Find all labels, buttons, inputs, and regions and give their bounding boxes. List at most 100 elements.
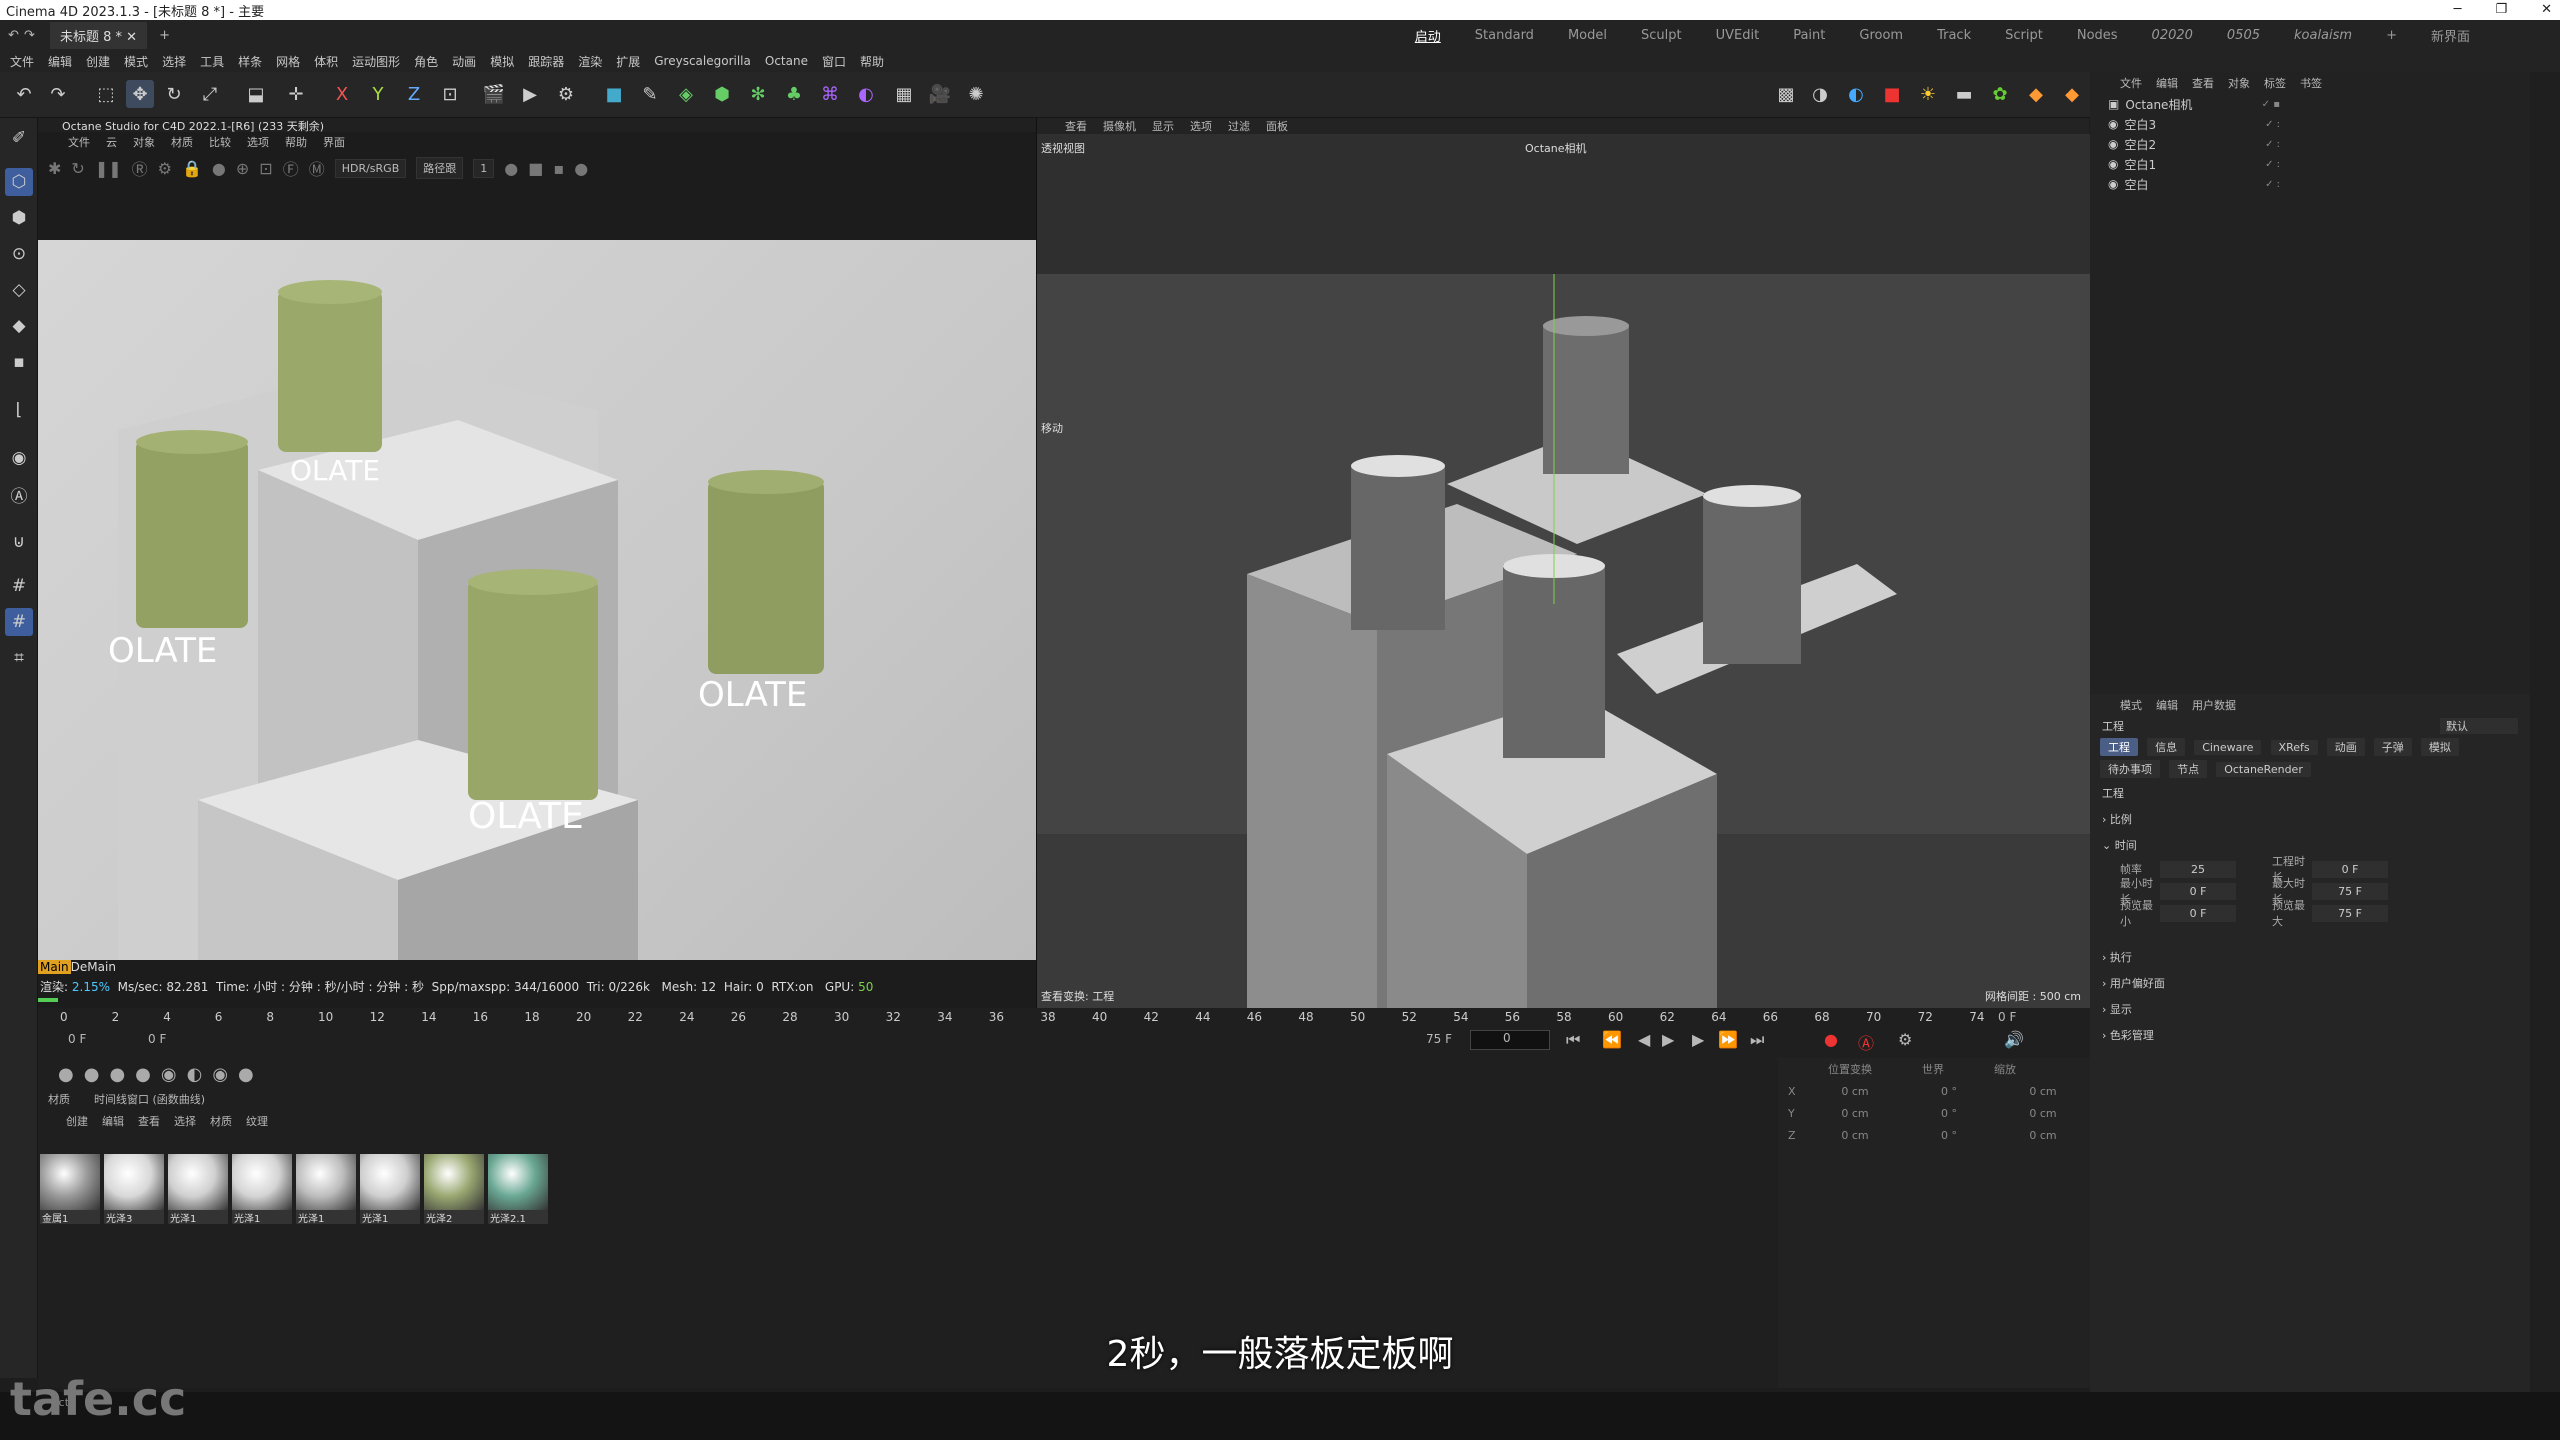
- material-ball-icon[interactable]: ●: [84, 1064, 100, 1085]
- coord-mode[interactable]: 位置变换: [1828, 1061, 1872, 1077]
- coord-scale-mode[interactable]: 缩放: [1994, 1061, 2016, 1077]
- octane-tool-icon[interactable]: ◆: [2022, 80, 2050, 108]
- go-end-icon[interactable]: ⏭: [1750, 1030, 1764, 1050]
- mat-menu-item[interactable]: 创建: [66, 1113, 88, 1129]
- mat-menu-item[interactable]: 材质: [210, 1113, 232, 1129]
- object-flags[interactable]: ✓ ▪: [2262, 99, 2280, 110]
- solo-icon[interactable]: ◉: [5, 444, 33, 472]
- material-swatch[interactable]: 光泽1: [296, 1154, 356, 1228]
- model-mode-icon[interactable]: ⬡: [5, 168, 33, 196]
- select-tool-icon[interactable]: ⬚: [92, 80, 120, 108]
- blend-icon[interactable]: ◉: [212, 1064, 228, 1085]
- main-pass-tab[interactable]: Main: [38, 960, 71, 974]
- magnet-icon[interactable]: ⊍: [5, 528, 33, 556]
- layout-start[interactable]: 启动: [1415, 26, 1441, 45]
- clay-icon[interactable]: ■: [528, 159, 543, 178]
- add-layout-icon[interactable]: +: [2386, 28, 2397, 43]
- mat-menu-item[interactable]: 编辑: [102, 1113, 124, 1129]
- filter-icon[interactable]: Ⓕ: [283, 156, 299, 180]
- x-axis-icon[interactable]: X: [328, 80, 356, 108]
- restore-icon[interactable]: ❐: [2495, 0, 2507, 20]
- mix-icon[interactable]: ◉: [161, 1064, 177, 1085]
- menu-item[interactable]: 编辑: [48, 53, 72, 70]
- field-icon[interactable]: ◐: [852, 80, 880, 108]
- coordinate-system-icon[interactable]: ⊡: [436, 80, 464, 108]
- object-row[interactable]: ▣ Octane相机 ✓ ▪: [2090, 94, 2530, 114]
- om-menu-item[interactable]: 文件: [2120, 75, 2142, 91]
- object-row[interactable]: ◉ 空白1 ✓ :: [2090, 154, 2530, 174]
- layout-sculpt[interactable]: Sculpt: [1641, 28, 1682, 43]
- group-execution[interactable]: › 执行: [2090, 944, 2530, 970]
- size-z[interactable]: 0 cm: [1996, 1129, 2090, 1142]
- layout-uvedit[interactable]: UVEdit: [1716, 28, 1760, 43]
- rotation-h[interactable]: 0 °: [1902, 1085, 1996, 1098]
- attr-tab[interactable]: XRefs: [2270, 740, 2318, 755]
- octane-grid-icon[interactable]: ▩: [1772, 80, 1800, 108]
- record-key-icon[interactable]: ●: [1824, 1030, 1838, 1049]
- viewport-menu-item[interactable]: 选项: [1190, 118, 1212, 134]
- viewport-menu-item[interactable]: 过滤: [1228, 118, 1250, 134]
- rotation-b[interactable]: 0 °: [1902, 1129, 1996, 1142]
- viewport-menu-item[interactable]: 摄像机: [1103, 118, 1136, 134]
- preset-select[interactable]: 默认: [2440, 718, 2518, 734]
- kernel-select[interactable]: 路径跟: [416, 157, 464, 179]
- min-time-field[interactable]: 0 F: [2160, 882, 2236, 900]
- move-tool-icon[interactable]: ✥: [126, 80, 154, 108]
- axis-mode-icon[interactable]: ⌊: [5, 396, 33, 424]
- axis-tool-icon[interactable]: ✛: [282, 80, 310, 108]
- redo-icon[interactable]: ↷: [44, 80, 72, 108]
- menu-item[interactable]: 角色: [414, 53, 438, 70]
- octane-scatter-icon[interactable]: ✿: [1986, 80, 2014, 108]
- layout-0505[interactable]: 0505: [2227, 28, 2260, 43]
- object-flags[interactable]: ✓ :: [2265, 139, 2280, 150]
- redo-icon[interactable]: ↷: [24, 28, 35, 43]
- object-flags[interactable]: ✓ :: [2265, 179, 2280, 190]
- next-key-icon[interactable]: ⏩: [1718, 1030, 1738, 1049]
- octane-menu-item[interactable]: 对象: [133, 134, 155, 150]
- menu-item[interactable]: 工具: [200, 53, 224, 70]
- coord-space[interactable]: 世界: [1922, 1061, 1944, 1077]
- prev-frame-icon[interactable]: ◀: [1638, 1030, 1650, 1049]
- material-swatch[interactable]: 光泽3: [104, 1154, 164, 1228]
- pick-material-icon[interactable]: ⊡: [259, 159, 272, 178]
- menu-item[interactable]: 文件: [10, 53, 34, 70]
- object-row[interactable]: ◉ 空白 ✓ :: [2090, 174, 2530, 194]
- octane-material-icon[interactable]: ◑: [1806, 80, 1834, 108]
- om-menu-item[interactable]: 标签: [2264, 75, 2286, 91]
- menu-item[interactable]: 样条: [238, 53, 262, 70]
- octane-light-icon[interactable]: ☀: [1914, 80, 1942, 108]
- octane-render-icon[interactable]: ■: [1878, 80, 1906, 108]
- start-frame-2[interactable]: 0 F: [148, 1032, 166, 1046]
- floor-icon[interactable]: ▦: [890, 80, 918, 108]
- cursor-icon[interactable]: ✐: [5, 124, 33, 152]
- attr-tab[interactable]: 子弹: [2373, 738, 2412, 756]
- prev-key-icon[interactable]: ⏪: [1602, 1030, 1622, 1049]
- object-row[interactable]: ◉ 空白2 ✓ :: [2090, 134, 2530, 154]
- layout-track[interactable]: Track: [1937, 28, 1971, 43]
- octane-menu-item[interactable]: 云: [106, 134, 117, 150]
- max-time-field[interactable]: 75 F: [2312, 882, 2388, 900]
- sound-icon[interactable]: 🔊: [2004, 1030, 2024, 1049]
- attr-tab[interactable]: Cineware: [2194, 740, 2262, 755]
- menu-item[interactable]: 渲染: [578, 53, 602, 70]
- material-ball-icon[interactable]: ●: [109, 1064, 125, 1085]
- material-swatch[interactable]: 光泽1: [168, 1154, 228, 1228]
- menu-item[interactable]: 模拟: [490, 53, 514, 70]
- om-menu-item[interactable]: 书签: [2300, 75, 2322, 91]
- attr-menu-item[interactable]: 用户数据: [2192, 697, 2236, 713]
- transform-tool-icon[interactable]: ⬓: [242, 80, 270, 108]
- timeline-tab[interactable]: 时间线窗口 (函数曲线): [94, 1091, 205, 1107]
- octane-menu-item[interactable]: 文件: [68, 134, 90, 150]
- add-tab-icon[interactable]: +: [159, 28, 170, 43]
- octane-menu-item[interactable]: 材质: [171, 134, 193, 150]
- settings-icon[interactable]: ⚙: [158, 159, 172, 178]
- object-flags[interactable]: ✓ :: [2265, 159, 2280, 170]
- octane-area-light-icon[interactable]: ▬: [1950, 80, 1978, 108]
- pause-render-icon[interactable]: ❚❚: [95, 159, 122, 178]
- restart-render-icon[interactable]: ↻: [71, 159, 84, 178]
- layout-script[interactable]: Script: [2005, 28, 2043, 43]
- polygons-mode-icon[interactable]: ◆: [5, 312, 33, 340]
- key-settings-icon[interactable]: ⚙: [1898, 1030, 1912, 1049]
- undo-icon[interactable]: ↶: [8, 28, 19, 43]
- scale-tool-icon[interactable]: ⤢: [196, 80, 224, 108]
